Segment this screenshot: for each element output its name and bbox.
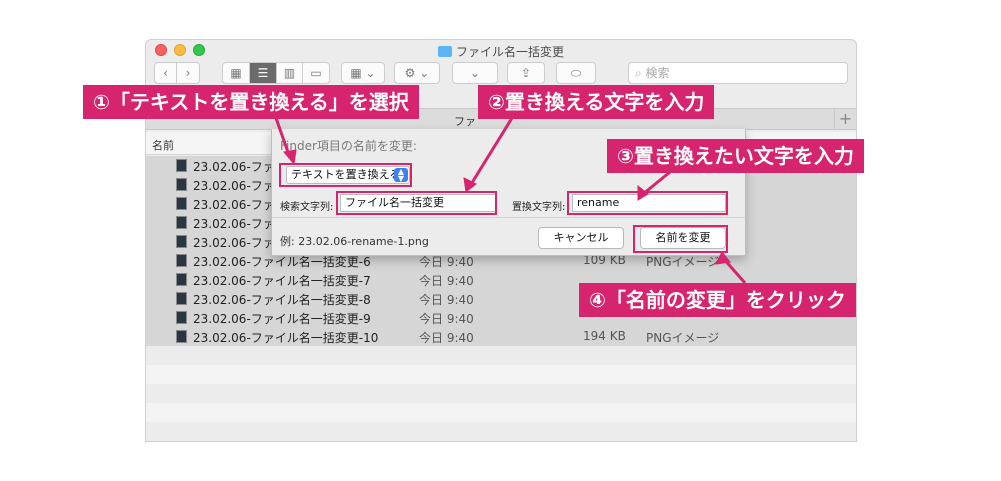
image-file-icon: [176, 159, 187, 172]
callout-step4: ④「名前の変更」をクリック: [579, 283, 856, 317]
table-row[interactable]: 23.02.06-ファイル名一括変更-10 今日 9:40 194 KB PNGイメー…: [146, 327, 856, 346]
title-bar: ファイル名一括変更: [146, 40, 856, 60]
screenshot-stage: ファイル名一括変更 ‹ › ▦ ☰ ▥ ▭ ▦ ⌄ ⚙ ⌄ ⌄ ⇪ ⬭ ⌕ 検索 ファ …: [0, 0, 1001, 481]
back-button[interactable]: ‹: [155, 63, 177, 83]
nav-buttons: ‹ ›: [154, 62, 200, 84]
file-size: 194 KB: [583, 329, 626, 343]
image-file-icon: [176, 292, 187, 305]
file-date: 今日 9:40: [419, 293, 474, 307]
gear-icon: ⚙ ⌄: [404, 66, 430, 80]
highlight-find-input: [336, 191, 497, 215]
search-icon: ⌕: [635, 66, 646, 80]
find-label: 検索文字列:: [280, 202, 334, 213]
empty-row: [146, 422, 856, 441]
file-name: 23.02.06-ファ: [193, 198, 275, 212]
highlight-mode-select: [279, 163, 412, 187]
window-title: ファイル名一括変更: [146, 43, 856, 60]
action-button[interactable]: ⚙ ⌄: [394, 62, 440, 84]
group-button[interactable]: ▦ ⌄: [341, 62, 385, 84]
image-file-icon: [176, 235, 187, 248]
file-name: 23.02.06-ファイル名一括変更-10: [193, 331, 379, 345]
callout-step3: ③置き換えたい文字を入力: [607, 139, 864, 173]
file-name: 23.02.06-ファイル名一括変更-7: [193, 274, 371, 288]
empty-row: [146, 346, 856, 365]
dialog-title: Finder項目の名前を変更:: [280, 139, 417, 153]
file-date: 今日 9:40: [419, 274, 474, 288]
file-name: 23.02.06-ファ: [193, 217, 275, 231]
highlight-replace-input: [567, 191, 728, 215]
file-name: 23.02.06-ファ: [193, 179, 275, 193]
image-file-icon: [176, 273, 187, 286]
column-view-button[interactable]: ▥: [277, 63, 303, 83]
callout-step2: ②置き換える文字を入力: [478, 85, 715, 119]
file-name: 23.02.06-ファイル名一括変更-9: [193, 312, 371, 326]
share-icon: ⇪: [520, 66, 532, 80]
file-name: 23.02.06-ファ: [193, 160, 275, 174]
file-date: 今日 9:40: [419, 312, 474, 326]
image-file-icon: [176, 311, 187, 324]
forward-button[interactable]: ›: [177, 63, 199, 83]
file-date: 今日 9:40: [419, 331, 474, 345]
search-input[interactable]: ⌕ 検索: [628, 62, 848, 84]
arrange-button[interactable]: ⌄: [452, 62, 498, 84]
column-header-name[interactable]: 名前: [152, 137, 174, 153]
list-view-button[interactable]: ☰: [250, 63, 277, 83]
view-switcher: ▦ ☰ ▥ ▭: [222, 62, 330, 84]
file-name: 23.02.06-ファ: [193, 236, 275, 250]
example-text: 例: 23.02.06-rename-1.png: [280, 235, 429, 248]
share-button[interactable]: ⇪: [507, 62, 545, 84]
highlight-rename-button: [633, 225, 728, 253]
dialog-separator: [272, 217, 745, 218]
cancel-button[interactable]: キャンセル: [538, 227, 624, 249]
icon-view-button[interactable]: ▦: [223, 63, 250, 83]
chevron-down-icon: ⌄: [469, 66, 481, 80]
empty-row: [146, 365, 856, 384]
file-kind: PNGイメージ: [646, 331, 720, 345]
group-icon: ▦ ⌄: [350, 66, 376, 80]
folder-icon: [437, 46, 452, 57]
image-file-icon: [176, 216, 187, 229]
gallery-view-button[interactable]: ▭: [303, 63, 329, 83]
tab-label[interactable]: ファ: [454, 113, 476, 129]
replace-label: 置換文字列:: [512, 202, 566, 213]
image-file-icon: [176, 178, 187, 191]
image-file-icon: [176, 254, 187, 267]
tag-icon: ⬭: [570, 66, 582, 80]
tag-button[interactable]: ⬭: [556, 62, 596, 84]
empty-row: [146, 384, 856, 403]
callout-step1: ①「テキストを置き換える」を選択: [83, 85, 419, 119]
file-name: 23.02.06-ファイル名一括変更-8: [193, 293, 371, 307]
image-file-icon: [176, 197, 187, 210]
empty-row: [146, 403, 856, 422]
new-tab-button[interactable]: +: [834, 109, 856, 130]
image-file-icon: [176, 330, 187, 343]
